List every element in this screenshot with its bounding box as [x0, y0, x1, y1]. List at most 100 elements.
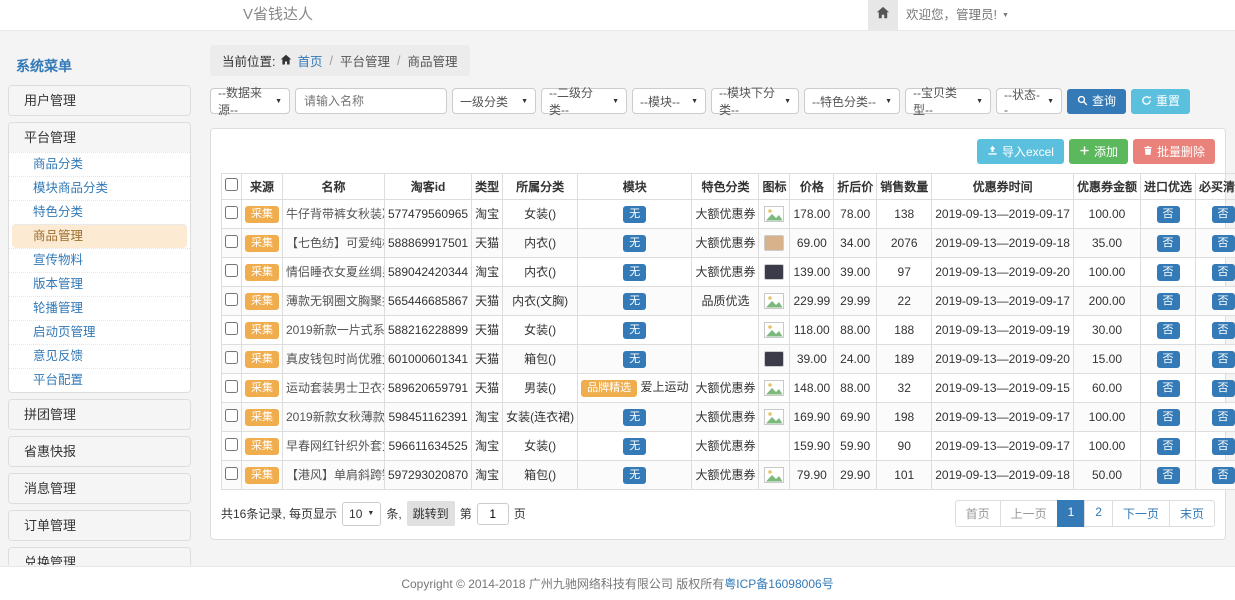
sidebar-item[interactable]: 商品管理: [12, 224, 187, 248]
select-all-checkbox[interactable]: [225, 178, 238, 191]
row-checkbox[interactable]: [225, 467, 238, 480]
row-checkbox[interactable]: [225, 264, 238, 277]
feature-category: 大额优惠券: [692, 200, 759, 229]
sidebar-group-exchange[interactable]: 兑换管理: [9, 548, 190, 565]
import-excel-button[interactable]: 导入excel: [977, 139, 1064, 164]
sidebar-item[interactable]: 宣传物料: [9, 248, 190, 272]
breadcrumb-home-link[interactable]: 首页: [297, 51, 322, 70]
filter-select-level2[interactable]: --二级分类--▼: [541, 88, 627, 114]
feature-category: 大额优惠券: [692, 432, 759, 461]
sidebar-item[interactable]: 商品分类: [9, 152, 190, 176]
import-select-toggle[interactable]: 否: [1157, 206, 1180, 223]
product-category: 内衣(): [503, 258, 578, 287]
product-category: 箱包(): [503, 461, 578, 490]
product-type: 天猫: [472, 287, 503, 316]
page-button-prev[interactable]: 上一页: [1000, 500, 1058, 527]
import-select-toggle[interactable]: 否: [1157, 293, 1180, 310]
row-checkbox[interactable]: [225, 380, 238, 393]
page-button-next[interactable]: 下一页: [1112, 500, 1170, 527]
row-checkbox[interactable]: [225, 438, 238, 451]
import-select-toggle[interactable]: 否: [1157, 322, 1180, 339]
sidebar-item[interactable]: 轮播管理: [9, 296, 190, 320]
row-checkbox[interactable]: [225, 322, 238, 335]
filter-select-feature[interactable]: --特色分类--▼: [804, 88, 900, 114]
caret-down-icon: ▼: [885, 98, 892, 105]
page-button-first[interactable]: 首页: [955, 500, 1001, 527]
discount-price: 88.00: [834, 374, 877, 403]
must-buy-toggle[interactable]: 否: [1212, 438, 1235, 455]
import-select-cell: 否: [1141, 345, 1196, 374]
product-type: 天猫: [472, 345, 503, 374]
sidebar-group-order[interactable]: 订单管理: [9, 511, 190, 540]
sidebar-item[interactable]: 平台配置: [9, 368, 190, 392]
source-cell: 采集: [242, 316, 283, 345]
icp-link[interactable]: 粤ICP备16098006号: [724, 575, 833, 592]
caret-down-icon: ▼: [367, 510, 374, 517]
row-checkbox[interactable]: [225, 206, 238, 219]
row-checkbox[interactable]: [225, 235, 238, 248]
sidebar-item[interactable]: 模块商品分类: [9, 176, 190, 200]
import-select-toggle[interactable]: 否: [1157, 264, 1180, 281]
feature-category: 大额优惠券: [692, 461, 759, 490]
sidebar-group-user[interactable]: 用户管理: [9, 86, 190, 115]
source-cell: 采集: [242, 345, 283, 374]
breadcrumb-item: 平台管理: [340, 51, 390, 70]
import-select-toggle[interactable]: 否: [1157, 380, 1180, 397]
caret-down-icon: ▼: [521, 98, 528, 105]
must-buy-toggle[interactable]: 否: [1212, 235, 1235, 252]
import-select-toggle[interactable]: 否: [1157, 438, 1180, 455]
jump-page-input[interactable]: [477, 503, 509, 525]
taoke-id: 565446685867: [385, 287, 472, 316]
row-checkbox[interactable]: [225, 409, 238, 422]
sidebar-item[interactable]: 意见反馈: [9, 344, 190, 368]
coupon-time: 2019-09-13—2019-09-20: [932, 258, 1074, 287]
product-image-placeholder-icon: [764, 380, 784, 396]
home-icon: [280, 54, 292, 68]
must-buy-toggle[interactable]: 否: [1212, 322, 1235, 339]
sidebar-group-platform[interactable]: 平台管理: [9, 123, 190, 152]
icon-cell: [759, 229, 790, 258]
home-button[interactable]: [868, 0, 898, 30]
source-badge: 采集: [245, 264, 279, 281]
filter-select-module[interactable]: --模块--▼: [632, 88, 706, 114]
must-buy-toggle[interactable]: 否: [1212, 264, 1235, 281]
jump-button[interactable]: 跳转到: [407, 501, 455, 526]
batch-delete-button[interactable]: 批量删除: [1133, 139, 1215, 164]
filter-select-data-source[interactable]: --数据来源--▼: [210, 88, 290, 114]
page-button-last[interactable]: 末页: [1169, 500, 1215, 527]
user-menu[interactable]: 欢迎您，管理员!: [906, 0, 1009, 31]
icon-cell: [759, 258, 790, 287]
page-button-p1[interactable]: 1: [1057, 500, 1086, 527]
sidebar-item[interactable]: 版本管理: [9, 272, 190, 296]
per-page-select[interactable]: 10▼: [342, 502, 381, 526]
must-buy-toggle[interactable]: 否: [1212, 409, 1235, 426]
add-button[interactable]: 添加: [1069, 139, 1128, 164]
filter-select-item-type[interactable]: --宝贝类型--▼: [905, 88, 991, 114]
import-select-toggle[interactable]: 否: [1157, 351, 1180, 368]
table-row: 采集2019新款女秋薄款...598451162391淘宝女装(连衣裙)无大额优…: [222, 403, 1235, 432]
sidebar-group-message[interactable]: 消息管理: [9, 474, 190, 503]
must-buy-toggle[interactable]: 否: [1212, 206, 1235, 223]
import-select-toggle[interactable]: 否: [1157, 409, 1180, 426]
sidebar-item[interactable]: 启动页管理: [9, 320, 190, 344]
must-buy-toggle[interactable]: 否: [1212, 380, 1235, 397]
row-checkbox[interactable]: [225, 293, 238, 306]
sidebar-item[interactable]: 特色分类: [9, 200, 190, 224]
filter-select-module-sub[interactable]: --模块下分类--▼: [711, 88, 799, 114]
import-select-toggle[interactable]: 否: [1157, 235, 1180, 252]
breadcrumb-item-current: 商品管理: [407, 51, 457, 70]
page-button-p2[interactable]: 2: [1084, 500, 1113, 527]
product-name: 2019新款一片式系...: [283, 316, 385, 345]
must-buy-toggle[interactable]: 否: [1212, 293, 1235, 310]
must-buy-toggle[interactable]: 否: [1212, 467, 1235, 484]
filter-select-status[interactable]: --状态--▼: [996, 88, 1062, 114]
import-select-toggle[interactable]: 否: [1157, 467, 1180, 484]
sidebar-group-news[interactable]: 省惠快报: [9, 437, 190, 466]
search-button[interactable]: 查询: [1067, 89, 1126, 114]
reset-button[interactable]: 重置: [1131, 89, 1190, 114]
row-checkbox[interactable]: [225, 351, 238, 364]
name-search-input[interactable]: [295, 88, 447, 114]
must-buy-toggle[interactable]: 否: [1212, 351, 1235, 368]
sidebar-group-groupbuy[interactable]: 拼团管理: [9, 400, 190, 429]
filter-select-level1[interactable]: 一级分类▼: [452, 88, 536, 114]
